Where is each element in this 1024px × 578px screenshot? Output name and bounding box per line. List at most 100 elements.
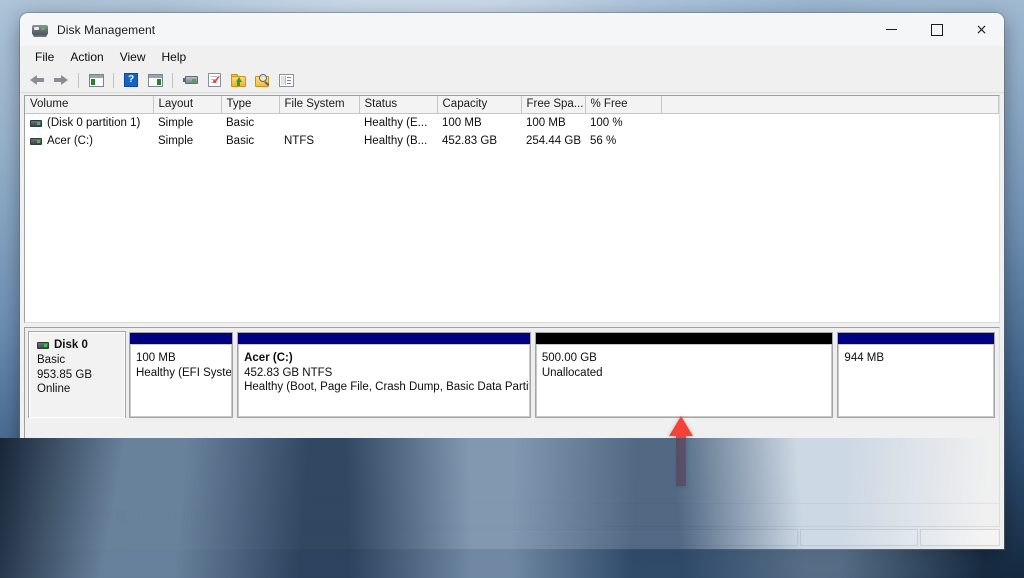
table-row[interactable]: (Disk 0 partition 1) Simple Basic Health…	[25, 114, 999, 133]
toolbar: ? ✓	[20, 68, 1004, 93]
column-header-capacity[interactable]: Capacity	[437, 96, 522, 114]
legend-item-primary-partition: Primary partition	[115, 509, 214, 521]
rescan-disks-button[interactable]	[179, 70, 201, 90]
status-pane-secondary	[800, 529, 918, 546]
partition-size: 452.83 GB NTFS	[244, 366, 333, 379]
window-title-bar[interactable]: Disk Management ×	[20, 13, 1004, 46]
legend: Unallocated Primary partition	[25, 503, 999, 526]
search-folder-button[interactable]	[251, 70, 273, 90]
column-header-percent-free[interactable]: % Free	[585, 96, 662, 114]
cell-percent-free: 100 %	[590, 117, 623, 129]
disk-type: Basic	[37, 354, 66, 366]
show-hide-action-pane-icon	[147, 73, 163, 87]
partition-size: 944 MB	[844, 352, 885, 364]
help-button[interactable]: ?	[120, 70, 142, 90]
folder-up-button[interactable]	[227, 70, 249, 90]
partition-status: Unallocated	[541, 366, 603, 379]
column-header-status[interactable]: Status	[359, 96, 438, 114]
menu-item-action[interactable]: Action	[62, 47, 111, 67]
menu-bar: File Action View Help	[20, 46, 1004, 68]
close-button[interactable]: ×	[959, 13, 1004, 46]
cell-type: Basic	[226, 117, 255, 129]
cell-layout: Simple	[158, 117, 194, 129]
cell-free-space: 100 MB	[526, 117, 566, 129]
maximize-button[interactable]	[914, 13, 959, 46]
cell-file-system	[279, 114, 359, 133]
partition-acer-c[interactable]: Acer (C:) 452.83 GB NTFS Healthy (Boot, …	[237, 332, 531, 418]
partition-size: 500.00 GB	[541, 352, 597, 364]
partition-details: Acer (C:) 452.83 GB NTFS Healthy (Boot, …	[238, 344, 530, 417]
volume-drive-icon	[30, 137, 42, 145]
disk-title: Disk 0	[37, 339, 118, 351]
back-arrow-icon	[30, 74, 44, 86]
cell-capacity: 452.83 GB	[442, 135, 497, 147]
toolbar-separator	[113, 72, 114, 88]
window-controls: ×	[869, 13, 1004, 46]
column-header-blank[interactable]	[661, 96, 999, 114]
cell-status: Healthy (B...	[364, 135, 428, 147]
cell-volume: (Disk 0 partition 1)	[25, 114, 153, 133]
properties-list-button[interactable]	[275, 70, 297, 90]
show-hide-tree-button[interactable]	[85, 70, 107, 90]
cell-capacity: 100 MB	[442, 117, 482, 129]
partition-status: Healthy (EFI System	[136, 366, 232, 379]
partition-efi[interactable]: 100 MB Healthy (EFI System	[129, 332, 234, 418]
legend-item-unallocated: Unallocated	[33, 509, 109, 521]
maximize-icon	[930, 23, 943, 36]
disk-info-panel[interactable]: Disk 0 Basic 953.85 GB Online	[28, 331, 126, 419]
disk-row-0: Disk 0 Basic 953.85 GB Online 100 MB Hea…	[25, 328, 999, 419]
status-bar	[20, 527, 1004, 549]
legend-swatch-primary-icon	[115, 509, 126, 521]
window-title: Disk Management	[57, 22, 156, 37]
disk-graphical-view[interactable]: Disk 0 Basic 953.85 GB Online 100 MB Hea…	[24, 327, 1000, 527]
rescan-disks-icon	[182, 75, 198, 85]
volume-drive-icon	[30, 119, 42, 127]
column-header-free-space[interactable]: Free Spa...	[521, 96, 586, 114]
partition-recovery[interactable]: 944 MB	[837, 332, 996, 418]
status-pane-tertiary	[920, 529, 1000, 546]
menu-item-help[interactable]: Help	[154, 47, 195, 67]
toolbar-separator	[78, 72, 79, 88]
column-header-layout[interactable]: Layout	[153, 96, 222, 114]
partition-details: 500.00 GB Unallocated	[535, 344, 833, 417]
column-header-file-system[interactable]: File System	[279, 96, 360, 114]
legend-label-unallocated: Unallocated	[48, 509, 109, 521]
partition-details: 100 MB Healthy (EFI System	[129, 344, 233, 417]
cell-file-system: NTFS	[284, 135, 315, 147]
volume-table-header-row: Volume Layout Type File System Status Ca…	[25, 96, 999, 114]
minimize-button[interactable]	[869, 13, 914, 46]
status-pane-main	[23, 529, 798, 546]
column-header-type[interactable]: Type	[221, 96, 280, 114]
partition-color-bar	[535, 333, 833, 344]
cell-percent-free: 56 %	[590, 135, 617, 147]
show-hide-action-pane-button[interactable]	[144, 70, 166, 90]
partition-details: 944 MB	[838, 344, 995, 417]
column-header-volume[interactable]: Volume	[25, 96, 154, 114]
partition-strip: 100 MB Healthy (EFI System Acer (C:) 452…	[129, 332, 996, 418]
table-row[interactable]: Acer (C:) Simple Basic NTFS Healthy (B..…	[25, 132, 999, 150]
disk-management-window: Disk Management × File Action View Help	[20, 13, 1004, 549]
back-button[interactable]	[26, 70, 48, 90]
partition-unallocated[interactable]: 500.00 GB Unallocated	[534, 332, 834, 418]
disk-size: 953.85 GB	[37, 368, 92, 381]
properties-checklist-button[interactable]: ✓	[203, 70, 225, 90]
cell-free-space: 254.44 GB	[526, 135, 581, 147]
cell-blank	[661, 114, 999, 133]
close-icon: ×	[975, 21, 988, 38]
volume-list[interactable]: Volume Layout Type File System Status Ca…	[24, 95, 1000, 323]
cell-volume: Acer (C:)	[25, 132, 153, 150]
toolbar-separator	[172, 72, 173, 88]
cell-volume-label: Acer (C:)	[47, 135, 93, 147]
menu-item-file[interactable]: File	[27, 47, 62, 67]
forward-button[interactable]	[50, 70, 72, 90]
cell-volume-label: (Disk 0 partition 1)	[47, 117, 141, 129]
disk-status: Online	[37, 383, 71, 395]
menu-item-view[interactable]: View	[112, 47, 154, 67]
minimize-icon	[886, 29, 897, 30]
partition-color-bar	[238, 333, 530, 344]
partition-size: 100 MB	[136, 352, 176, 364]
forward-arrow-icon	[54, 74, 68, 86]
legend-swatch-unallocated-icon	[33, 509, 43, 521]
disk-empty-space	[25, 418, 999, 503]
cell-blank	[661, 132, 999, 150]
